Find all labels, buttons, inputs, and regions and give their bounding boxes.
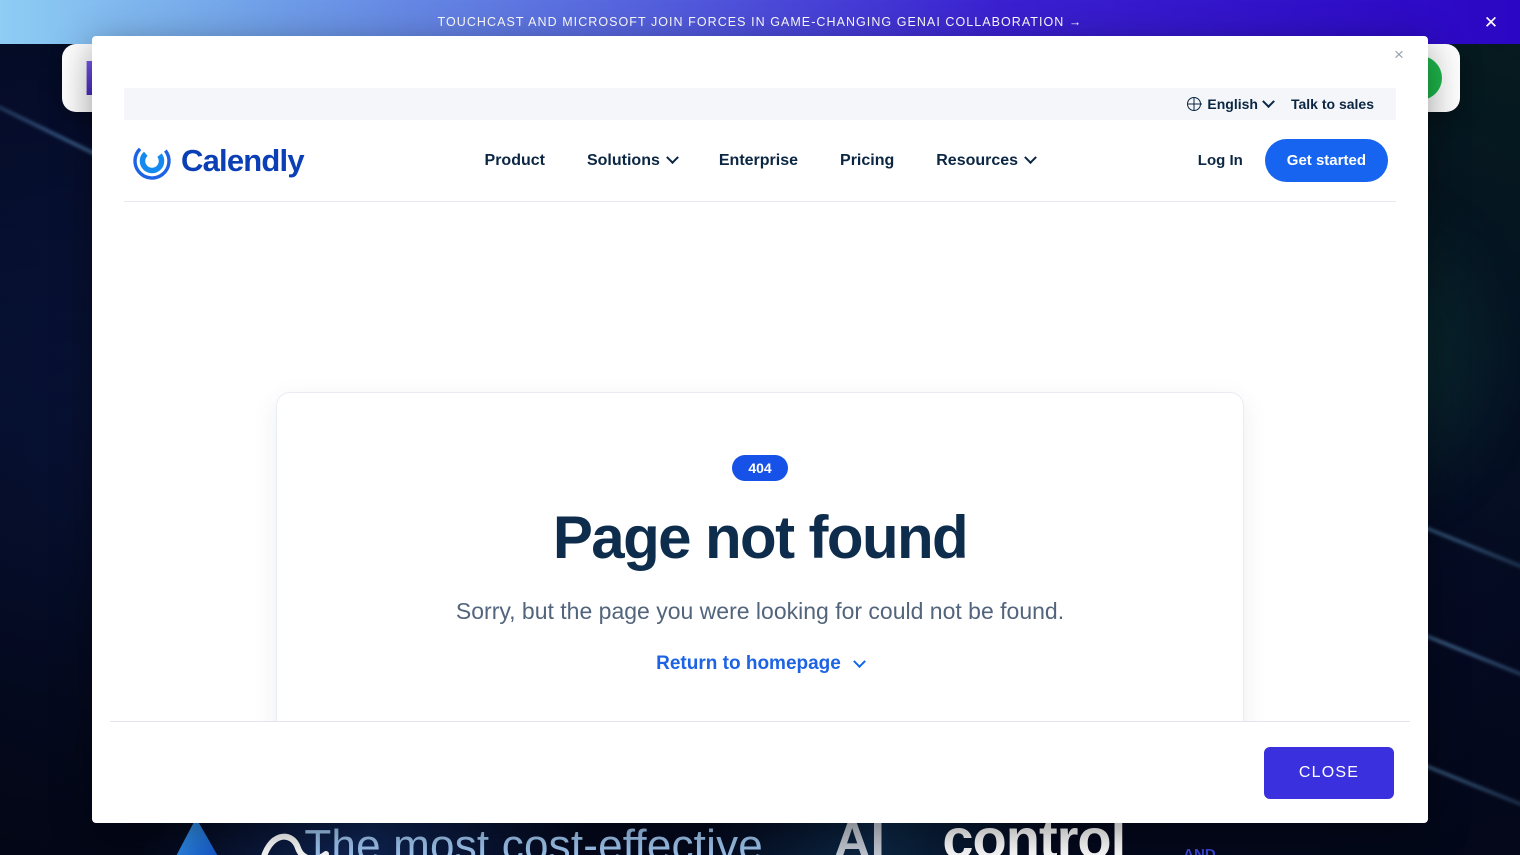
page-title: Page not found xyxy=(552,504,969,571)
modal-dialog: × English Talk to sales Calendly Product… xyxy=(92,36,1428,823)
page-root: The most cost-effective, AI control AND … xyxy=(0,0,1520,855)
close-button[interactable]: CLOSE xyxy=(1264,746,1394,799)
error-subtitle: Sorry, but the page you were looking for… xyxy=(455,598,1065,624)
background-hero-and: AND xyxy=(1183,846,1216,855)
nav-item-label: Product xyxy=(484,151,545,169)
nav-item-pricing[interactable]: Pricing xyxy=(840,152,894,170)
return-to-homepage-label: Return to homepage xyxy=(656,653,841,674)
modal-close-icon[interactable]: × xyxy=(1390,46,1408,64)
chevron-down-icon xyxy=(852,654,866,668)
language-label: English xyxy=(1207,96,1258,112)
get-started-button[interactable]: Get started xyxy=(1264,139,1388,182)
chevron-down-icon xyxy=(666,151,679,165)
nav-item-enterprise[interactable]: Enterprise xyxy=(719,152,798,170)
calendly-utility-bar: English Talk to sales xyxy=(124,88,1396,120)
calendly-logo[interactable]: Calendly xyxy=(132,141,305,181)
calendly-wordmark: Calendly xyxy=(181,142,305,178)
log-in-link[interactable]: Log In xyxy=(1198,152,1243,169)
globe-icon xyxy=(1187,97,1202,111)
error-hero-section: 404 Page not found Sorry, but the page y… xyxy=(92,202,1428,721)
nav-item-product[interactable]: Product xyxy=(485,152,545,170)
nav-item-label: Solutions xyxy=(586,151,660,169)
nav-item-solutions[interactable]: Solutions xyxy=(586,151,679,170)
nav-item-resources[interactable]: Resources xyxy=(936,151,1037,170)
status-badge: 404 xyxy=(732,455,788,481)
talk-to-sales-link[interactable]: Talk to sales xyxy=(1291,96,1374,112)
background-hero-line-1: The most cost-effective, xyxy=(304,821,776,855)
language-selector[interactable]: English xyxy=(1187,94,1275,112)
calendly-main-nav: Calendly Product Solutions Enterprise Pr… xyxy=(124,120,1396,202)
return-to-homepage-link[interactable]: Return to homepage xyxy=(656,653,866,675)
nav-item-label: Enterprise xyxy=(718,151,799,169)
promo-banner-text[interactable]: TOUCHCAST AND MICROSOFT JOIN FORCES IN G… xyxy=(438,15,1083,29)
calendly-logo-icon xyxy=(133,141,171,180)
nav-item-label: Pricing xyxy=(840,151,895,169)
modal-footer: CLOSE xyxy=(110,721,1410,823)
error-card: 404 Page not found Sorry, but the page y… xyxy=(276,392,1244,721)
chevron-down-icon xyxy=(1262,94,1275,108)
nav-item-label: Resources xyxy=(936,151,1019,169)
embedded-calendly-page: English Talk to sales Calendly Product S… xyxy=(92,72,1428,721)
modal-body: English Talk to sales Calendly Product S… xyxy=(92,72,1428,721)
calendly-nav-links: Product Solutions Enterprise Pricing Res… xyxy=(322,151,1198,170)
modal-topbar: × xyxy=(92,36,1428,72)
chevron-down-icon xyxy=(1024,151,1037,165)
calendly-nav-right: Log In Get started xyxy=(1198,139,1388,182)
close-icon[interactable]: ✕ xyxy=(1480,11,1502,33)
